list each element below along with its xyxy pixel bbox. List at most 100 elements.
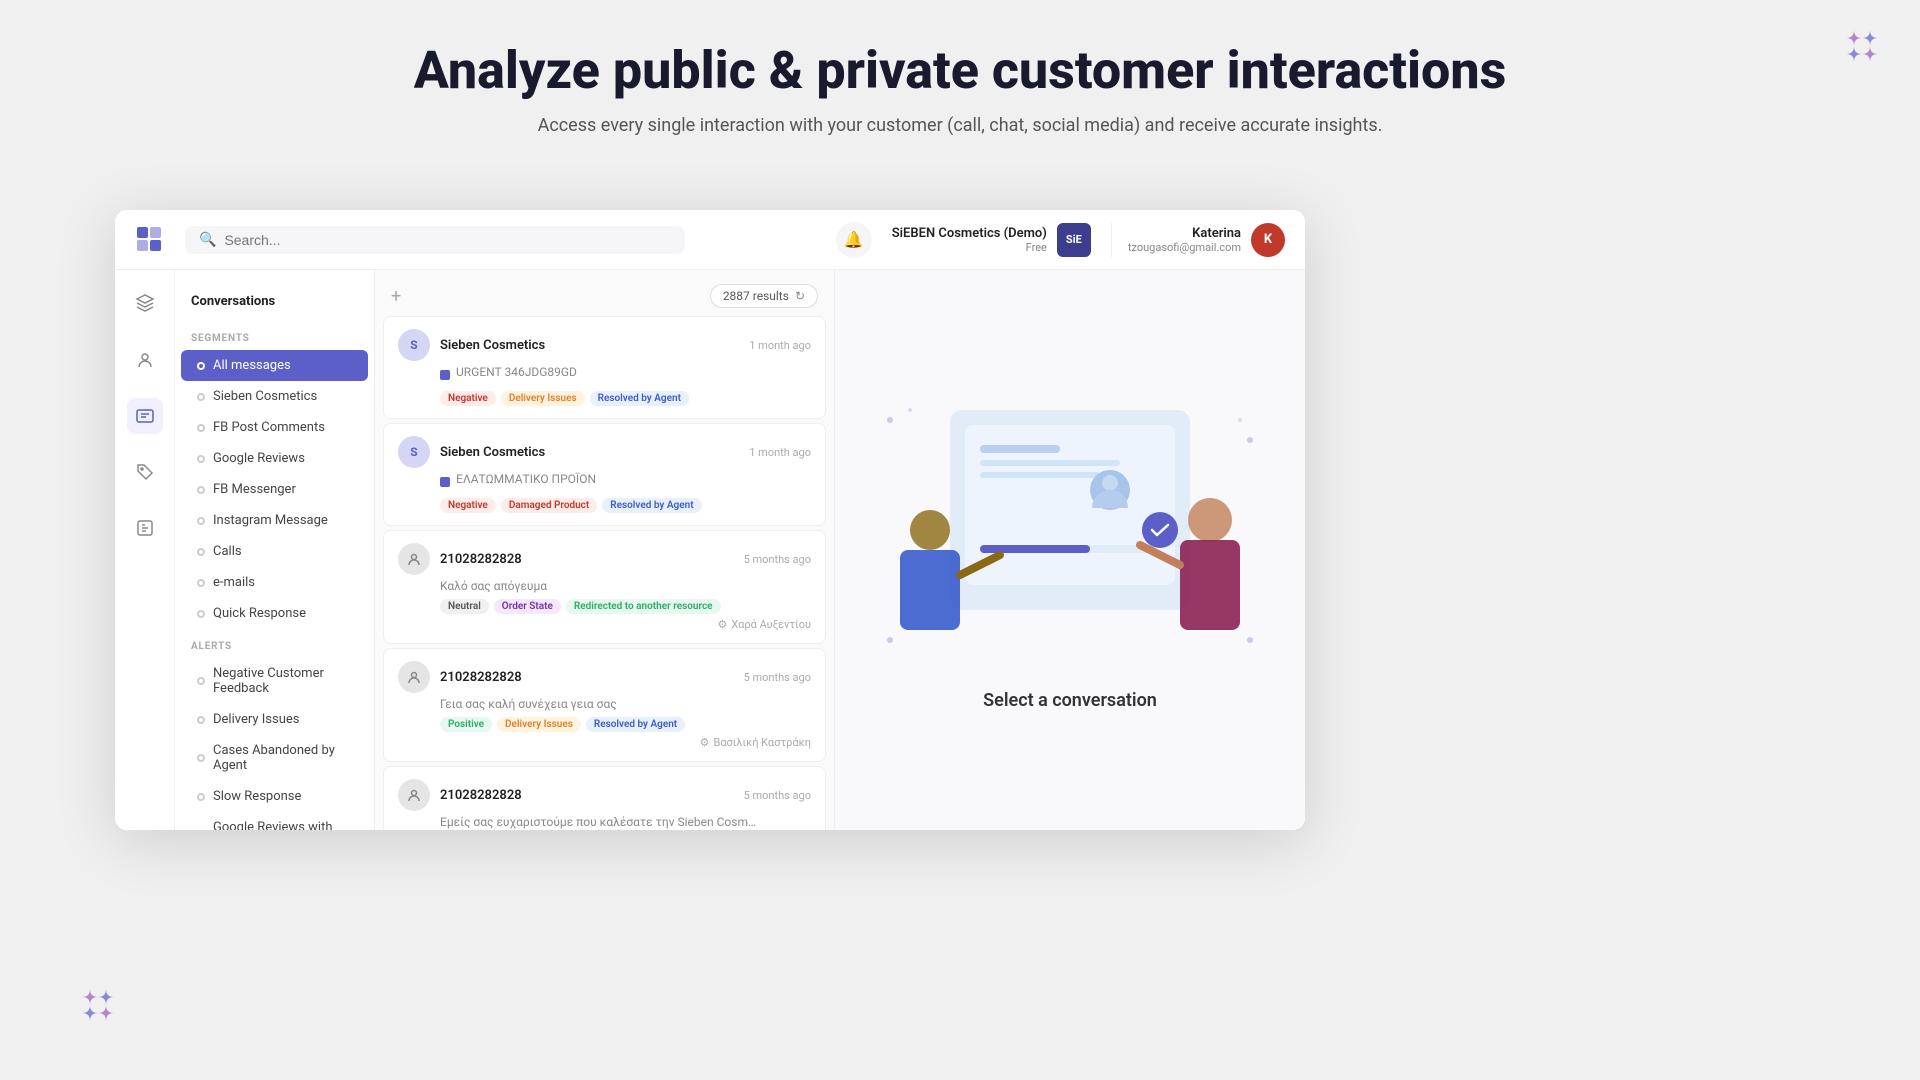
- nav-item-quick-response[interactable]: Quick Response: [181, 598, 368, 629]
- company-avatar: SiE: [1057, 223, 1091, 257]
- segments-label: SEGMENTS: [175, 321, 374, 350]
- nav-item-label: Sieben Cosmetics: [213, 389, 317, 404]
- nav-item-label: FB Messenger: [213, 482, 296, 497]
- tag-delivery: Delivery Issues: [497, 717, 581, 732]
- tag-negative: Negative: [440, 498, 496, 513]
- conv-tags: Negative Delivery Issues Resolved by Age…: [440, 391, 811, 406]
- conv-name: 21028282828: [440, 788, 522, 803]
- conv-item-1[interactable]: S Sieben Cosmetics 1 month ago URGENT 34…: [383, 316, 826, 419]
- nav-item-delivery-issues[interactable]: Delivery Issues: [181, 704, 368, 735]
- tag-resolved: Resolved by Agent: [586, 717, 685, 732]
- search-bar[interactable]: 🔍: [185, 226, 685, 254]
- nav-item-emails[interactable]: e-mails: [181, 567, 368, 598]
- illustration-svg: [870, 390, 1270, 670]
- conv-tags: Negative Damaged Product Resolved by Age…: [440, 498, 811, 513]
- conv-name: Sieben Cosmetics: [440, 338, 545, 353]
- nav-item-label: Instagram Message: [213, 513, 328, 528]
- nav-dot: [197, 455, 205, 463]
- company-name: SiEBEN Cosmetics (Demo): [892, 226, 1047, 241]
- sidebar-icon-reports[interactable]: [127, 510, 163, 546]
- page-title: Analyze public & private customer intera…: [20, 40, 1900, 101]
- nav-item-label: FB Post Comments: [213, 420, 325, 435]
- nav-item-fb-messenger[interactable]: FB Messenger: [181, 474, 368, 505]
- nav-sidebar-title: Conversations: [175, 286, 374, 321]
- nav-dot: [197, 716, 205, 724]
- nav-dot: [197, 677, 205, 685]
- nav-sidebar: Conversations SEGMENTS All messages Sieb…: [175, 270, 375, 830]
- nav-item-instagram[interactable]: Instagram Message: [181, 505, 368, 536]
- conv-avatar: [398, 779, 430, 811]
- conv-subtitle: ΕΛΑΤΩΜΜΑΤΙΚΟ ΠΡΟΪΟΝ: [456, 472, 596, 486]
- user-name: Katerina: [1128, 226, 1241, 241]
- top-logo-mark: [1844, 28, 1880, 71]
- nav-item-fb-comments[interactable]: FB Post Comments: [181, 412, 368, 443]
- blue-indicator: [440, 477, 450, 487]
- navbar-right: 🔔 SiEBEN Cosmetics (Demo) Free SiE Kater…: [836, 222, 1285, 258]
- tag-negative: Negative: [440, 391, 496, 406]
- nav-item-label: Quick Response: [213, 606, 306, 621]
- conv-items: S Sieben Cosmetics 1 month ago URGENT 34…: [375, 316, 834, 830]
- conv-name: Sieben Cosmetics: [440, 445, 545, 460]
- results-badge: 2887 results ↻: [710, 284, 818, 308]
- nav-dot: [197, 517, 205, 525]
- nav-item-label: Cases Abandoned by Agent: [213, 743, 352, 773]
- tag-damaged: Damaged Product: [501, 498, 597, 513]
- nav-item-google-reviews[interactable]: Google Reviews: [181, 443, 368, 474]
- conv-footer: ⚙ Βασιλική Καστράκη: [440, 736, 811, 749]
- nav-item-all-messages[interactable]: All messages: [181, 350, 368, 381]
- nav-dot: [197, 548, 205, 556]
- nav-item-slow-response[interactable]: Slow Response: [181, 781, 368, 812]
- select-conversation-text: Select a conversation: [983, 690, 1157, 711]
- icon-sidebar: [115, 270, 175, 830]
- conv-item-5[interactable]: 21028282828 5 months ago Εμείς σας ευχαρ…: [383, 766, 826, 830]
- nav-item-google-negative[interactable]: Google Reviews with Negat...: [181, 812, 368, 830]
- agent-name: Βασιλική Καστράκη: [713, 736, 811, 749]
- nav-dot: [197, 486, 205, 494]
- user-email: tzougasofi@gmail.com: [1128, 241, 1241, 254]
- search-icon: 🔍: [199, 232, 216, 248]
- app-logo[interactable]: [135, 225, 165, 255]
- conv-tags: Positive Delivery Issues Resolved by Age…: [440, 717, 811, 732]
- conv-time: 1 month ago: [749, 446, 811, 459]
- nav-dot: [197, 362, 205, 370]
- conv-avatar: [398, 661, 430, 693]
- nav-item-sieben[interactable]: Sieben Cosmetics: [181, 381, 368, 412]
- navbar: 🔍 🔔 SiEBEN Cosmetics (Demo) Free SiE Kat…: [115, 210, 1305, 270]
- blue-indicator: [440, 370, 450, 380]
- sidebar-icon-contacts[interactable]: [127, 342, 163, 378]
- agent-icon: ⚙: [700, 736, 710, 749]
- conversation-list: + 2887 results ↻ S Sieben Cosmetics 1 mo…: [375, 270, 835, 830]
- search-input[interactable]: [224, 232, 671, 248]
- sidebar-icon-layers[interactable]: [127, 286, 163, 322]
- conv-time: 5 months ago: [744, 671, 811, 684]
- nav-dot: [197, 793, 205, 801]
- nav-item-label: e-mails: [213, 575, 255, 590]
- tag-neutral: Neutral: [440, 599, 489, 614]
- app-window: 🔍 🔔 SiEBEN Cosmetics (Demo) Free SiE Kat…: [115, 210, 1305, 830]
- refresh-icon[interactable]: ↻: [795, 289, 805, 303]
- tag-redirected: Redirected to another resource: [566, 599, 721, 614]
- right-panel: Select a conversation: [835, 270, 1305, 830]
- conv-item-2[interactable]: S Sieben Cosmetics 1 month ago ΕΛΑΤΩΜΜΑΤ…: [383, 423, 826, 526]
- conv-item-4[interactable]: 21028282828 5 months ago Γεια σας καλή σ…: [383, 648, 826, 762]
- nav-item-label: Calls: [213, 544, 242, 559]
- conv-item-3[interactable]: 21028282828 5 months ago Καλό σας απόγευ…: [383, 530, 826, 644]
- conv-footer: ⚙ Χαρά Αυξεντίου: [440, 618, 811, 631]
- conv-avatar: S: [398, 329, 430, 361]
- add-conversation-button[interactable]: +: [391, 286, 401, 307]
- nav-dot: [197, 754, 205, 762]
- conv-list-header: + 2887 results ↻: [375, 270, 834, 316]
- conv-time: 1 month ago: [749, 339, 811, 352]
- company-info: SiEBEN Cosmetics (Demo) Free SiE: [892, 223, 1091, 257]
- nav-item-cases-abandoned[interactable]: Cases Abandoned by Agent: [181, 735, 368, 781]
- nav-dot: [197, 424, 205, 432]
- nav-item-negative-feedback[interactable]: Negative Customer Feedback: [181, 658, 368, 704]
- nav-item-label: All messages: [213, 358, 291, 373]
- tag-delivery: Delivery Issues: [501, 391, 585, 406]
- nav-item-label: Google Reviews: [213, 451, 305, 466]
- nav-item-label: Slow Response: [213, 789, 301, 804]
- sidebar-icon-messages[interactable]: [127, 398, 163, 434]
- notification-bell[interactable]: 🔔: [836, 222, 872, 258]
- sidebar-icon-tags[interactable]: [127, 454, 163, 490]
- nav-item-calls[interactable]: Calls: [181, 536, 368, 567]
